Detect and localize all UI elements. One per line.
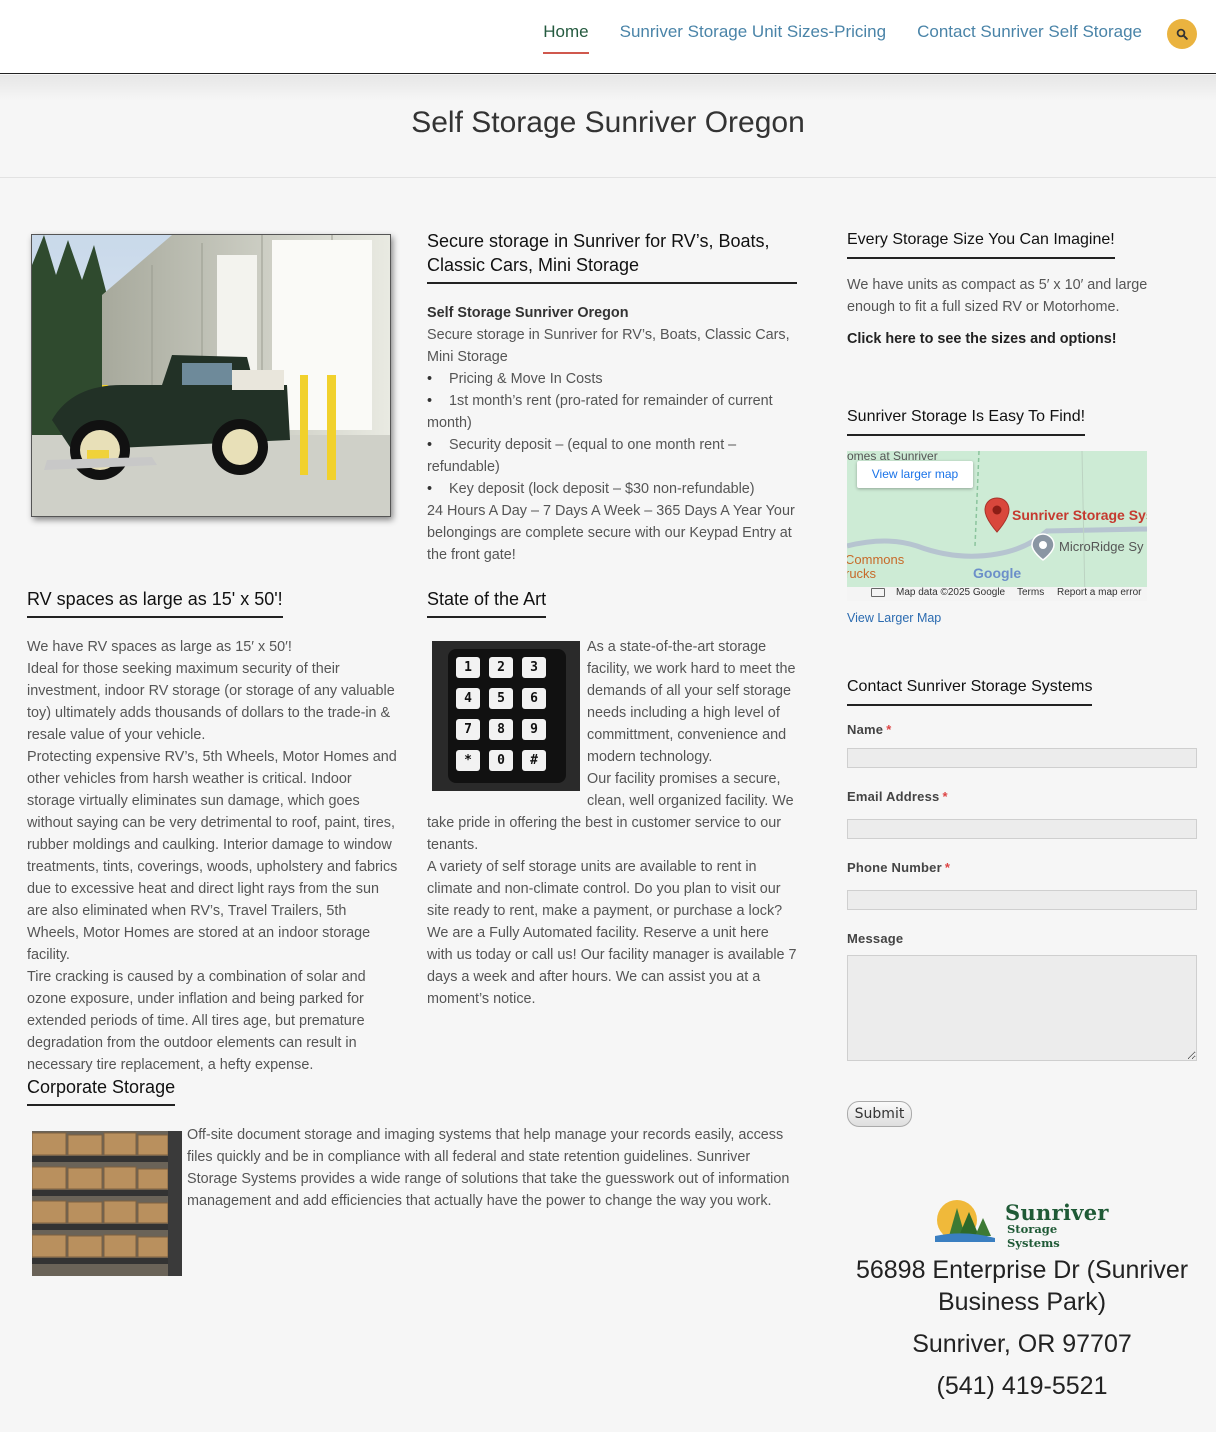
- nav-item-home[interactable]: Home: [543, 22, 589, 54]
- map-pin-icon: [984, 497, 1010, 533]
- map-left-label: Commons: [847, 552, 905, 567]
- map-report-link[interactable]: Report a map error: [1057, 587, 1141, 598]
- map-poi-icon: [1031, 533, 1055, 561]
- location-map[interactable]: omes at Sunriver View larger map Sunrive…: [847, 451, 1147, 601]
- list-item: 1st month’s rent (pro-rated for remainde…: [427, 390, 797, 434]
- phone-number: (541) 419-5521: [936, 1372, 1108, 1400]
- required-mark: *: [944, 860, 951, 875]
- rv-paragraph: Ideal for those seeking maximum security…: [27, 661, 395, 743]
- search-button[interactable]: [1167, 19, 1197, 49]
- page-title: Self Storage Sunriver Oregon: [411, 106, 805, 139]
- sizes-heading: Every Storage Size You Can Imagine!: [847, 228, 1115, 259]
- corporate-heading: Corporate Storage: [27, 1075, 176, 1106]
- map-left-label: rucks: [847, 566, 877, 581]
- rv-paragraph: Protecting expensive RV’s, 5th Wheels, M…: [27, 749, 398, 963]
- required-mark: *: [942, 789, 948, 804]
- rv-heading: RV spaces as large as 15' x 50'!: [27, 587, 283, 618]
- company-logo: Sunriver Storage Systems: [935, 1196, 1110, 1250]
- sizes-link[interactable]: Click here to see the sizes and options!: [847, 328, 1117, 350]
- intro-closing: 24 Hours A Day – 7 Days A Week – 365 Day…: [427, 503, 795, 563]
- list-item: Security deposit – (equal to one month r…: [427, 434, 797, 478]
- list-item: Pricing & Move In Costs: [427, 368, 797, 390]
- sizes-text: We have units as compact as 5′ x 10′ and…: [847, 277, 1148, 315]
- view-larger-map-button[interactable]: View larger map: [857, 461, 973, 488]
- map-data-text: Map data ©2025 Google: [896, 587, 1006, 598]
- page-title-bar: Self Storage Sunriver Oregon: [0, 75, 1216, 178]
- logo-mark-icon: [935, 1200, 995, 1242]
- map-poi-label: MicroRidge Sy: [1059, 539, 1144, 554]
- state-of-art-heading: State of the Art: [427, 587, 547, 618]
- costs-list: Pricing & Move In Costs 1st month’s rent…: [427, 368, 797, 500]
- keyboard-icon[interactable]: [871, 588, 885, 597]
- rv-paragraph: We have RV spaces as large as 15′ x 50′!: [27, 639, 292, 655]
- document-boxes-photo: [32, 1131, 182, 1276]
- email-field[interactable]: [847, 819, 1197, 839]
- required-mark: *: [886, 722, 892, 737]
- map-terms-link[interactable]: Terms: [1017, 587, 1044, 598]
- name-field[interactable]: [847, 748, 1197, 768]
- intro-line: Secure storage in Sunriver for RV’s, Boa…: [427, 327, 790, 365]
- name-label-text: Name: [847, 722, 884, 737]
- submit-button[interactable]: Submit: [847, 1101, 912, 1127]
- phone-field[interactable]: [847, 890, 1197, 910]
- logo-line-2: Storage Systems: [1007, 1222, 1060, 1250]
- classic-truck-photo: [31, 234, 391, 517]
- search-icon: [1176, 28, 1188, 40]
- contact-heading: Contact Sunriver Storage Systems: [847, 675, 1093, 706]
- site-header: Home Sunriver Storage Unit Sizes-Pricing…: [0, 0, 1216, 74]
- list-item: Key deposit (lock deposit – $30 non-refu…: [427, 478, 797, 500]
- rv-paragraph: Tire cracking is caused by a combination…: [27, 969, 366, 1073]
- art-paragraph: A variety of self storage units are avai…: [427, 859, 783, 919]
- intro-bold-line: Self Storage Sunriver Oregon: [427, 305, 629, 321]
- intro-body: Self Storage Sunriver Oregon Secure stor…: [427, 302, 797, 566]
- map-pin-label: Sunriver Storage Syste: [1012, 507, 1147, 523]
- corporate-text: Off-site document storage and imaging sy…: [187, 1127, 790, 1209]
- view-larger-map-link[interactable]: View Larger Map: [847, 611, 941, 625]
- find-heading: Sunriver Storage Is Easy To Find!: [847, 405, 1086, 436]
- phone-label-text: Phone Number: [847, 860, 942, 875]
- email-label-text: Email Address: [847, 789, 940, 804]
- intro-heading: Secure storage in Sunriver for RV’s, Boa…: [427, 229, 797, 284]
- message-label: Message: [847, 931, 904, 946]
- art-paragraph: We are a Fully Automated facility. Reser…: [427, 925, 797, 1007]
- message-field[interactable]: [847, 955, 1197, 1061]
- name-label: Name *: [847, 722, 891, 737]
- nav-item-unit-sizes-pricing[interactable]: Sunriver Storage Unit Sizes-Pricing: [620, 22, 886, 54]
- address-line-2: Sunriver, OR 97707: [912, 1330, 1132, 1358]
- state-of-art-body: As a state-of-the-art storage facility, …: [427, 636, 797, 1010]
- nav-item-contact[interactable]: Contact Sunriver Self Storage: [917, 22, 1142, 54]
- phone-label: Phone Number *: [847, 860, 950, 875]
- email-label: Email Address *: [847, 789, 948, 804]
- rv-body: We have RV spaces as large as 15′ x 50′!…: [27, 636, 399, 1076]
- main-nav: Home Sunriver Storage Unit Sizes-Pricing…: [543, 22, 1142, 54]
- google-logo: Google: [973, 565, 1022, 581]
- address-line-1: 56898 Enterprise Dr (Sunriver Business P…: [855, 1256, 1189, 1316]
